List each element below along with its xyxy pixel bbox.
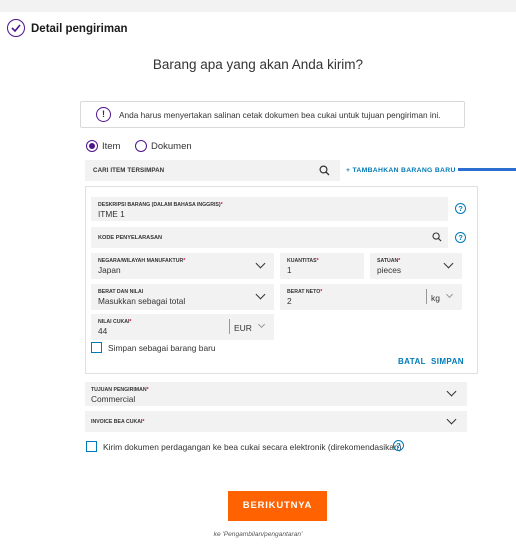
unit-label: SATUAN <box>377 258 399 264</box>
weight-and-value-select[interactable]: BERAT DAN NILAI Masukkan sebagai total <box>91 284 274 310</box>
search-icon[interactable] <box>319 165 330 176</box>
add-new-item-link[interactable]: + TAMBAHKAN BARANG BARU <box>346 167 456 174</box>
unit-divider <box>426 289 427 304</box>
decorative-rule <box>458 168 516 171</box>
quantity-value: 1 <box>287 265 292 275</box>
info-icon: ! <box>96 107 111 122</box>
top-strip <box>0 0 516 12</box>
radio-item-label[interactable]: Item <box>102 141 120 152</box>
unit-value: pieces <box>377 265 401 275</box>
weight-value-value: Masukkan sebagai total <box>98 296 186 306</box>
section-title: Detail pengiriman <box>31 23 128 35</box>
search-saved-items-label: CARI ITEM TERSIMPAN <box>93 167 165 174</box>
description-required: * <box>220 202 223 208</box>
shipment-purpose-label: TUJUAN PENGIRIMAN <box>91 387 147 393</box>
shipment-purpose-value: Commercial <box>91 394 136 404</box>
customs-value-label: NILAI CUKAI <box>98 319 130 325</box>
cancel-button[interactable]: BATAL <box>398 357 426 366</box>
quantity-field[interactable]: KUANTITAS* 1 <box>280 253 364 279</box>
country-label: NEGARA/WILAYAH MANUFAKTUR <box>98 258 184 264</box>
customs-value-value: 44 <box>98 326 108 336</box>
description-value: ITME 1 <box>98 209 125 219</box>
chevron-down-icon <box>255 289 266 300</box>
net-weight-value: 2 <box>287 296 292 306</box>
net-weight-label: BERAT NETO <box>287 289 321 295</box>
chevron-down-icon <box>446 386 457 397</box>
customs-invoice-label: INVOICE BEA CUKAI <box>91 419 143 425</box>
notice-text: Anda harus menyertakan salinan cetak dok… <box>119 110 441 120</box>
description-field[interactable]: DESKRIPSI BARANG (DALAM BAHASA INGGRIS)*… <box>91 197 448 221</box>
save-as-new-item-label[interactable]: Simpan sebagai barang baru <box>108 343 216 353</box>
chevron-down-icon <box>257 320 266 329</box>
harmonized-code-field[interactable]: KODE PENYELARASAN <box>91 227 448 248</box>
quantity-label: KUANTITAS <box>287 258 317 264</box>
customs-notice: ! Anda harus menyertakan salinan cetak d… <box>80 101 465 128</box>
customs-invoice-required: * <box>142 419 145 425</box>
chevron-down-icon <box>445 290 454 299</box>
currency-divider <box>229 319 230 334</box>
harmonized-code-label: KODE PENYELARASAN <box>98 235 163 241</box>
description-help-icon[interactable]: ? <box>455 203 466 214</box>
customs-invoice-section[interactable]: INVOICE BEA CUKAI* <box>85 411 467 432</box>
next-step-hint: ke 'Pengambilan/pengantaran' <box>213 531 303 538</box>
country-required: * <box>183 258 186 264</box>
search-saved-items-field[interactable]: CARI ITEM TERSIMPAN <box>85 160 340 181</box>
harmonized-code-help-icon[interactable]: ? <box>455 232 466 243</box>
save-as-new-item-checkbox[interactable] <box>91 342 102 353</box>
customs-value-field[interactable]: NILAI CUKAI* 44 EUR <box>91 314 274 340</box>
radio-document[interactable] <box>135 140 147 152</box>
radio-item[interactable] <box>86 140 98 152</box>
currency-value[interactable]: EUR <box>234 323 252 333</box>
electronic-trade-docs-label[interactable]: Kirim dokumen perdagangan ke bea cukai s… <box>103 442 401 452</box>
check-circle-icon <box>7 19 25 37</box>
weight-unit[interactable]: kg <box>431 293 440 303</box>
chevron-down-icon <box>255 258 266 269</box>
country-value: Japan <box>98 265 121 275</box>
unit-required: * <box>398 258 401 264</box>
next-button[interactable]: BERIKUTNYA <box>228 491 327 521</box>
country-of-manufacture-select[interactable]: NEGARA/WILAYAH MANUFAKTUR* Japan <box>91 253 274 279</box>
net-weight-field[interactable]: BERAT NETO* 2 kg <box>280 284 462 310</box>
search-icon[interactable] <box>432 232 442 242</box>
radio-document-label[interactable]: Dokumen <box>151 141 192 152</box>
electronic-docs-help-icon[interactable]: ? <box>393 440 404 451</box>
electronic-trade-docs-checkbox[interactable] <box>86 441 97 452</box>
net-weight-required: * <box>320 289 323 295</box>
customs-value-required: * <box>129 319 132 325</box>
shipment-purpose-select[interactable]: TUJUAN PENGIRIMAN* Commercial <box>85 382 467 406</box>
description-label: DESKRIPSI BARANG (DALAM BAHASA INGGRIS) <box>98 202 221 208</box>
chevron-down-icon <box>443 258 454 269</box>
weight-value-label: BERAT DAN NILAI <box>98 289 144 295</box>
save-button[interactable]: SIMPAN <box>431 357 464 366</box>
page-question: Barang apa yang akan Anda kirim? <box>152 57 364 72</box>
chevron-down-icon <box>446 414 457 425</box>
quantity-required: * <box>316 258 319 264</box>
shipment-purpose-required: * <box>146 387 149 393</box>
unit-select[interactable]: SATUAN* pieces <box>370 253 462 279</box>
